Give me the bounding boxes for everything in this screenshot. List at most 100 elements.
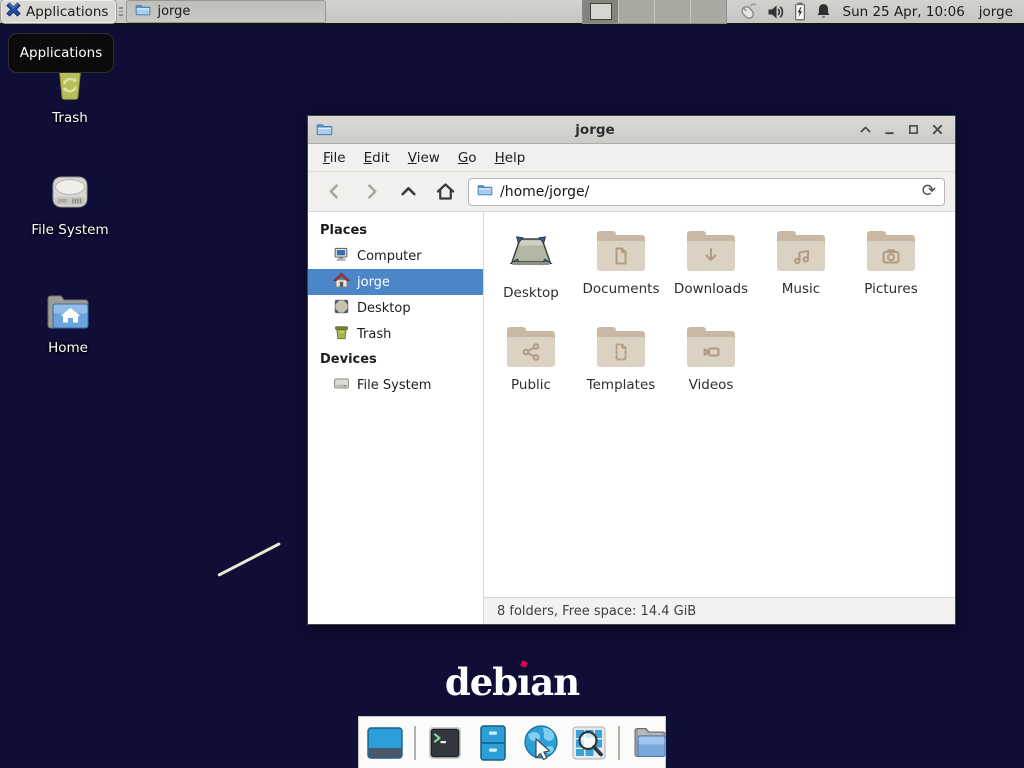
file-item-label: Documents [583,281,660,297]
sidebar-item-label: Computer [357,249,422,264]
applications-tooltip: Applications [8,33,114,73]
workspace-switcher[interactable] [582,0,727,24]
applications-menu-label: Applications [26,4,108,20]
side-pane: Places Computer [308,212,484,624]
minimize-button[interactable] [880,120,899,139]
file-item-desktop[interactable]: Desktop [486,231,576,327]
battery-icon[interactable] [793,1,807,22]
sidebar-item-desktop[interactable]: Desktop [308,295,483,321]
window-folder-icon [316,121,333,138]
path-text[interactable]: /home/jorge/ [500,184,922,200]
reload-icon[interactable]: ⟳ [922,183,936,200]
desktop-icon-label: Trash [52,110,88,126]
folder-icon [687,231,735,271]
desktop: Trash File System [0,0,1024,768]
places-header: Places [308,218,483,243]
web-browser-icon[interactable] [520,722,562,764]
user-menu[interactable]: jorge [979,4,1013,20]
menu-edit[interactable]: Edit [355,146,399,170]
menu-file[interactable]: File [314,146,355,170]
up-button[interactable] [394,178,422,206]
menu-view[interactable]: View [399,146,449,170]
desktop-icon [507,231,555,275]
statusbar-text: 8 folders, Free space: 14.4 GiB [497,604,696,619]
file-item-pictures[interactable]: Pictures [846,231,936,327]
logo-text: an [530,660,579,704]
mouse-icon[interactable] [735,0,759,23]
trash-icon [333,324,350,345]
sidebar-item-label: Trash [357,327,391,342]
toolbar: /home/jorge/ ⟳ [308,172,955,212]
home-icon [333,272,350,293]
file-item-label: Templates [587,377,656,393]
forward-button[interactable] [357,178,385,206]
workspace-2[interactable] [618,0,654,23]
close-button[interactable] [928,120,947,139]
location-bar[interactable]: /home/jorge/ ⟳ [468,178,945,206]
file-manager-icon[interactable] [628,722,670,764]
file-item-label: Videos [689,377,734,393]
application-finder-icon[interactable] [568,722,610,764]
top-panel: Applications jorge [0,0,1024,25]
sidebar-item-filesystem[interactable]: File System [308,372,483,398]
desktop-icon-label: File System [31,222,108,238]
file-item-downloads[interactable]: Downloads [666,231,756,327]
file-item-templates[interactable]: Templates [576,327,666,423]
taskbar-window-button[interactable]: jorge [126,0,326,23]
file-item-music[interactable]: Music [756,231,846,327]
sidebar-item-jorge[interactable]: jorge [308,269,483,295]
terminal-icon[interactable] [424,722,466,764]
folder-icon [777,231,825,271]
devices-header: Devices [308,347,483,372]
taskbar-window-label: jorge [157,4,190,19]
notifications-icon[interactable] [814,2,833,21]
folder-icon [597,231,645,271]
home-button[interactable] [431,178,459,206]
folder-icon [867,231,915,271]
dock-separator [414,726,416,760]
clock[interactable]: Sun 25 Apr, 10:06 [843,4,965,20]
back-button[interactable] [320,178,348,206]
show-desktop-icon[interactable] [364,722,406,764]
system-tray [735,0,833,23]
sidebar-item-trash[interactable]: Trash [308,321,483,347]
dock-panel [358,716,666,768]
debian-logo: debıan [400,660,624,704]
file-item-label: Public [511,377,551,393]
menu-go[interactable]: Go [449,146,486,170]
file-item-label: Downloads [674,281,748,297]
folder-icon [135,2,151,22]
applications-menu-button[interactable]: Applications [1,0,116,23]
sidebar-item-label: jorge [357,275,390,290]
main-pane: Desktop Documents [484,212,955,624]
logo-text: deb [445,660,517,704]
home-folder-icon [44,290,92,338]
folder-icon [687,327,735,367]
volume-icon[interactable] [766,2,786,22]
desktop-icon-label: Home [48,340,88,356]
file-item-documents[interactable]: Documents [576,231,666,327]
titlebar[interactable]: jorge [308,116,955,144]
icon-view[interactable]: Desktop Documents [484,212,955,597]
shade-button[interactable] [856,120,875,139]
desktop-icon-filesystem[interactable]: File System [20,170,120,238]
file-item-label: Music [782,281,820,297]
menu-help[interactable]: Help [486,146,535,170]
stray-line [217,542,281,577]
desktop-icon [333,298,350,319]
workspace-1[interactable] [583,0,618,23]
workspace-3[interactable] [654,0,690,23]
sidebar-item-label: Desktop [357,301,411,316]
folder-icon [597,327,645,367]
file-item-public[interactable]: Public [486,327,576,423]
sidebar-item-computer[interactable]: Computer [308,243,483,269]
maximize-button[interactable] [904,120,923,139]
sidebar-item-label: File System [357,378,431,393]
folder-icon [477,182,493,202]
menubar: File Edit View Go Help [308,144,955,172]
workspace-4[interactable] [690,0,726,23]
desktop-icon-home[interactable]: Home [18,290,118,356]
file-cabinet-icon[interactable] [472,722,514,764]
computer-icon [333,246,350,267]
file-item-videos[interactable]: Videos [666,327,756,423]
